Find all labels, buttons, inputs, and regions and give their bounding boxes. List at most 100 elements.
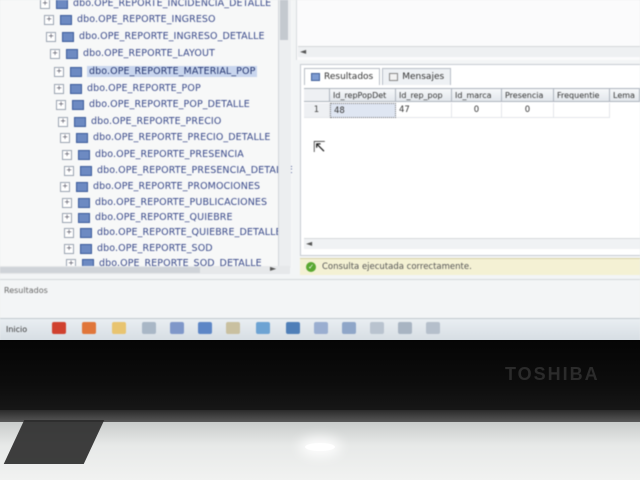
tree-item[interactable]: + dbo.OPE_REPORTE_PROMOCIONES bbox=[60, 179, 260, 194]
row-number-header bbox=[304, 88, 330, 102]
app-icon[interactable] bbox=[398, 322, 412, 334]
expand-icon[interactable]: + bbox=[58, 116, 68, 127]
column-header[interactable]: Id_marca bbox=[452, 88, 502, 102]
tab-label: Mensajes bbox=[402, 72, 445, 82]
table-row[interactable]: 1 48 47 0 0 bbox=[304, 103, 610, 118]
tab-label: Resultados bbox=[324, 72, 374, 82]
app-icon[interactable] bbox=[198, 322, 212, 334]
tree-item[interactable]: + dbo.OPE_REPORTE_PUBLICACIONES bbox=[62, 195, 267, 210]
results-horizontal-scrollbar[interactable] bbox=[304, 238, 640, 249]
expand-icon[interactable]: + bbox=[50, 48, 60, 59]
expand-icon[interactable]: + bbox=[62, 149, 72, 160]
table-icon bbox=[62, 31, 74, 42]
app-icon[interactable] bbox=[256, 322, 270, 334]
column-header[interactable]: Frequentie bbox=[554, 88, 610, 102]
tree-item[interactable]: + dbo.OPE_REPORTE_PRECIO bbox=[58, 114, 221, 129]
app-icon[interactable] bbox=[82, 322, 96, 334]
power-light bbox=[305, 443, 335, 451]
table-icon bbox=[78, 212, 90, 223]
app-icon[interactable] bbox=[426, 322, 440, 334]
folder-icon[interactable] bbox=[112, 322, 126, 334]
column-header[interactable]: Presencia bbox=[502, 88, 554, 102]
table-icon bbox=[78, 197, 90, 208]
expand-icon[interactable]: + bbox=[60, 132, 70, 143]
expand-icon[interactable]: + bbox=[54, 66, 64, 77]
tree-item[interactable]: + dbo.OPE_REPORTE_POP bbox=[54, 81, 201, 96]
tree-item[interactable]: + dbo.OPE_REPORTE_MATERIAL_POP bbox=[54, 64, 258, 79]
tree-item[interactable]: + dbo.OPE_REPORTE_QUIEBRE bbox=[62, 210, 233, 225]
expand-icon[interactable]: + bbox=[62, 197, 72, 208]
tree-item[interactable]: + dbo.OPE_REPORTE_LAYOUT bbox=[50, 46, 215, 61]
table-icon bbox=[80, 243, 92, 254]
tree-item-label: dbo.OPE_REPORTE_POP_DETALLE bbox=[89, 99, 250, 110]
row-number[interactable]: 1 bbox=[304, 103, 330, 118]
expand-icon[interactable]: + bbox=[64, 165, 74, 176]
column-header[interactable]: Id_rep_pop bbox=[396, 88, 452, 102]
grid-header: Id_repPopDet Id_rep_pop Id_marca Presenc… bbox=[304, 88, 640, 102]
table-icon bbox=[66, 48, 78, 59]
expand-icon[interactable]: + bbox=[64, 227, 74, 238]
tree-vertical-scroll-thumb[interactable] bbox=[280, 0, 288, 40]
grid-results-icon bbox=[311, 73, 320, 81]
app-icon[interactable] bbox=[314, 322, 328, 334]
column-header[interactable]: Lema bbox=[610, 88, 640, 102]
expand-icon[interactable]: + bbox=[44, 14, 54, 25]
tree-item-label: dbo.OPE_REPORTE_SOD bbox=[97, 243, 213, 254]
tree-item-label: dbo.OPE_REPORTE_MATERIAL_POP bbox=[87, 66, 258, 77]
tree-item[interactable]: + dbo.OPE_REPORTE_PRESENCIA bbox=[62, 147, 244, 162]
tab-resultados[interactable]: Resultados bbox=[304, 68, 381, 85]
app-icon[interactable] bbox=[52, 322, 66, 334]
expand-icon[interactable]: + bbox=[56, 99, 66, 110]
app-icon[interactable] bbox=[226, 322, 240, 334]
table-icon bbox=[70, 83, 82, 94]
expand-icon[interactable]: + bbox=[60, 181, 70, 192]
table-icon bbox=[78, 149, 90, 160]
table-cell[interactable]: 47 bbox=[396, 103, 452, 118]
expand-icon[interactable]: + bbox=[46, 31, 56, 42]
expand-icon[interactable]: + bbox=[54, 83, 64, 94]
expand-icon[interactable]: + bbox=[40, 0, 50, 9]
scroll-left-arrow-icon[interactable]: ◄ bbox=[300, 47, 306, 56]
brand-logo: TOSHIBA bbox=[505, 364, 600, 384]
table-icon bbox=[76, 181, 88, 192]
tree-item[interactable]: + dbo.OPE_REPORTE_POP_DETALLE bbox=[56, 97, 250, 112]
app-icon[interactable] bbox=[142, 322, 156, 334]
tree-item[interactable]: + dbo.OPE_REPORTE_INGRESO bbox=[44, 12, 216, 27]
table-cell[interactable]: 0 bbox=[452, 103, 502, 118]
app-icon[interactable] bbox=[286, 322, 300, 334]
tree-item-label: dbo.OPE_REPORTE_INCIDENCIA_DETALLE bbox=[73, 0, 272, 9]
expand-icon[interactable]: + bbox=[62, 212, 72, 223]
tree-item[interactable]: + dbo.OPE_REPORTE_INGRESO_DETALLE bbox=[46, 29, 265, 44]
scroll-right-arrow-icon[interactable]: ► bbox=[270, 264, 280, 274]
editor-horizontal-scrollbar[interactable] bbox=[298, 46, 640, 57]
mouse-pointer-icon: ⇱ bbox=[313, 138, 326, 156]
tree-item[interactable]: + dbo.OPE_REPORTE_PRECIO_DETALLE bbox=[60, 130, 270, 145]
app-icon[interactable] bbox=[170, 322, 184, 334]
tree-item-label: dbo.OPE_REPORTE_PRECIO_DETALLE bbox=[93, 132, 271, 143]
tree-item[interactable]: + dbo.OPE_REPORTE_PRESENCIA_DETALLE bbox=[64, 163, 292, 178]
tree-item[interactable]: + dbo.OPE_REPORTE_QUIEBRE_DETALLE bbox=[64, 225, 282, 240]
status-message: Consulta ejecutada correctamente. bbox=[322, 262, 472, 272]
tree-item-label: dbo.OPE_REPORTE_QUIEBRE_DETALLE bbox=[97, 227, 282, 238]
table-icon bbox=[74, 116, 86, 127]
tab-mensajes[interactable]: Mensajes bbox=[382, 68, 452, 85]
expand-icon[interactable]: + bbox=[64, 243, 74, 254]
app-icon[interactable] bbox=[370, 322, 384, 334]
column-header[interactable]: Id_repPopDet bbox=[330, 88, 396, 102]
tree-horizontal-scroll-thumb[interactable] bbox=[0, 267, 200, 273]
table-cell[interactable] bbox=[554, 103, 610, 118]
success-check-icon: ✓ bbox=[306, 262, 316, 272]
tree-vertical-scrollbar[interactable] bbox=[278, 0, 291, 268]
tree-item-label: dbo.OPE_REPORTE_INGRESO bbox=[77, 14, 216, 25]
scroll-left-arrow-icon[interactable]: ◄ bbox=[306, 239, 312, 248]
tree-item-label: dbo.OPE_REPORTE_INGRESO_DETALLE bbox=[79, 31, 265, 42]
pane-divider[interactable] bbox=[0, 279, 640, 280]
table-cell[interactable]: 48 bbox=[330, 103, 396, 118]
table-cell[interactable]: 0 bbox=[502, 103, 554, 118]
tree-item[interactable]: + dbo.OPE_REPORTE_INCIDENCIA_DETALLE bbox=[40, 0, 271, 11]
app-icon[interactable] bbox=[342, 322, 356, 334]
table-icon bbox=[60, 14, 72, 25]
start-button[interactable]: Inicio bbox=[0, 320, 33, 338]
tree-item-label: dbo.OPE_REPORTE_PRESENCIA_DETALLE bbox=[97, 165, 292, 176]
tree-item[interactable]: + dbo.OPE_REPORTE_SOD bbox=[64, 241, 213, 256]
